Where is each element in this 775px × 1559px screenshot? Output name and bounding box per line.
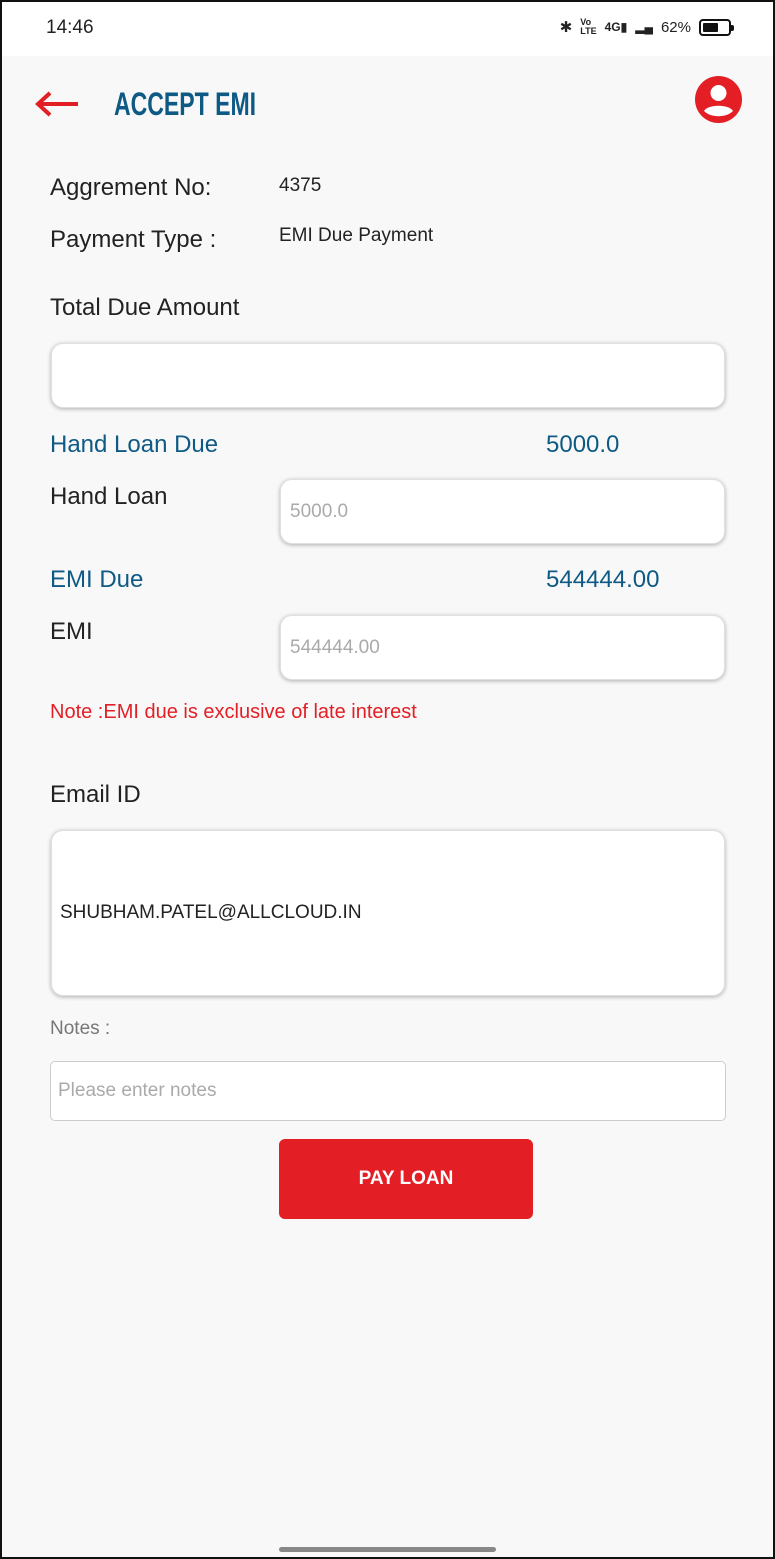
signal-icon: ▂▄ (635, 20, 653, 34)
agreement-label: Aggrement No: (50, 174, 212, 201)
hand-loan-label: Hand Loan (50, 483, 168, 510)
hand-loan-due-value: 5000.0 (546, 431, 620, 458)
payment-type-value: EMI Due Payment (279, 225, 434, 246)
email-value: SHUBHAM.PATEL@ALLCLOUD.IN (60, 902, 362, 923)
battery-percent: 62% (660, 18, 691, 36)
total-due-label: Total Due Amount (50, 294, 240, 321)
notes-placeholder: Please enter notes (58, 1080, 217, 1101)
notes-input[interactable]: Please enter notes (50, 1061, 726, 1121)
status-time: 14:46 (46, 17, 94, 38)
emi-due-label: EMI Due (50, 566, 144, 593)
hand-loan-due-label: Hand Loan Due (50, 431, 219, 458)
payment-type-label: Payment Type : (50, 226, 217, 253)
back-arrow-icon[interactable] (34, 90, 80, 118)
emi-note: Note :EMI due is exclusive of late inter… (50, 701, 417, 723)
email-input[interactable]: SHUBHAM.PATEL@ALLCLOUD.IN (51, 830, 725, 996)
email-label: Email ID (50, 781, 141, 808)
agreement-value: 4375 (279, 175, 322, 196)
emi-input[interactable]: 544444.00 (280, 615, 725, 680)
status-bar: 14:46 ✱ Vo LTE 4G▮ ▂▄ 62% (0, 0, 775, 56)
battery-icon (699, 18, 734, 36)
bluetooth-icon: ✱ (559, 19, 573, 36)
pay-loan-button[interactable]: PAY LOAN (279, 1139, 533, 1219)
hand-loan-input[interactable]: 5000.0 (280, 479, 725, 544)
account-circle-icon[interactable] (695, 76, 742, 123)
emi-label: EMI (50, 618, 93, 645)
total-due-input[interactable] (51, 343, 725, 408)
signal-4g-icon: 4G▮ (604, 20, 628, 34)
notes-label: Notes : (50, 1018, 111, 1039)
page-title: ACCEPT EMI (114, 86, 257, 122)
hand-loan-placeholder: 5000.0 (290, 500, 349, 522)
emi-placeholder: 544444.00 (290, 636, 380, 658)
volte-icon: Vo LTE (580, 17, 597, 36)
emi-due-value: 544444.00 (546, 566, 660, 593)
status-icons: ✱ Vo LTE 4G▮ ▂▄ 62% (559, 17, 734, 36)
home-indicator[interactable] (279, 1547, 496, 1552)
